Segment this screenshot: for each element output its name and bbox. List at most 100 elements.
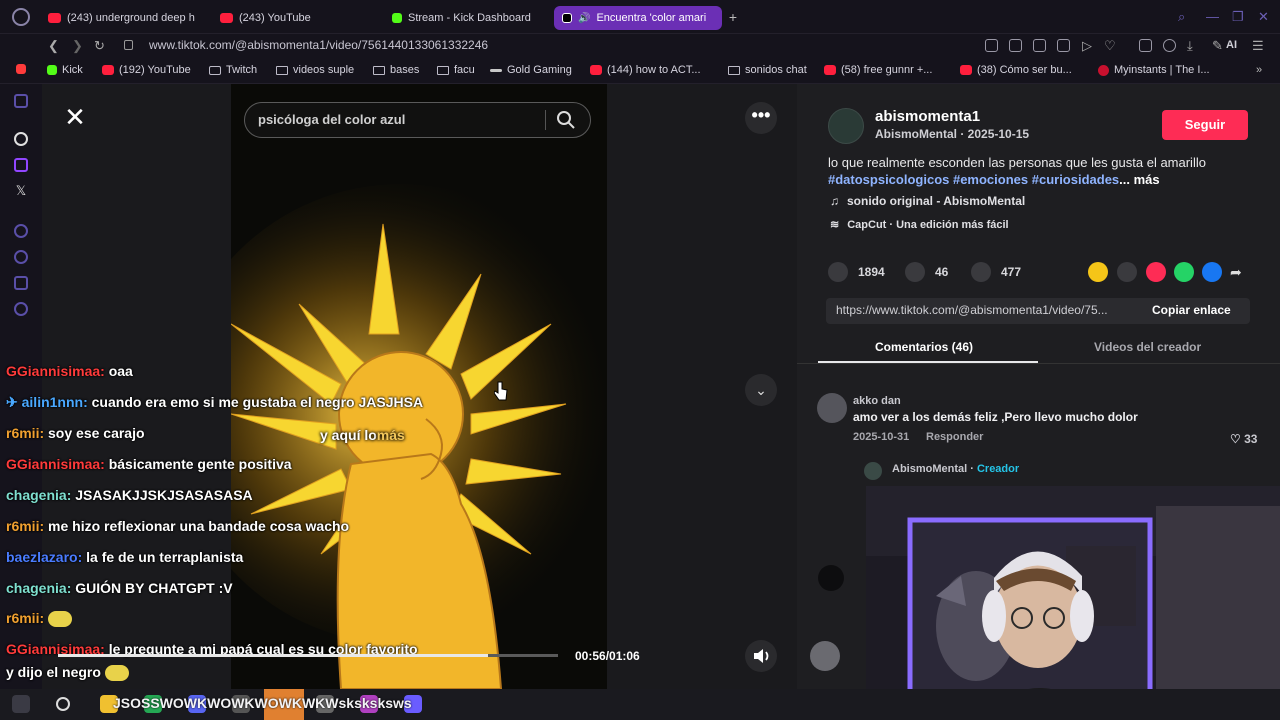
post-description: lo que realmente esconden las personas q… [828, 154, 1248, 188]
bookmark-how-to-act[interactable]: (144) how to ACT... [590, 64, 701, 76]
creator-reply-avatar[interactable] [864, 462, 882, 480]
tab-kick-dashboard[interactable]: Stream - Kick Dashboard [384, 6, 552, 30]
extensions-sidebar-icon[interactable] [14, 276, 28, 290]
x-icon[interactable]: 𝕏 [14, 184, 28, 198]
search-icon[interactable] [556, 110, 576, 130]
commenter-avatar[interactable] [818, 565, 844, 591]
next-video-button[interactable]: ⌄ [745, 374, 777, 406]
sidebar-toggle-icon[interactable] [16, 64, 31, 74]
sidebar-circle-icon[interactable] [14, 224, 28, 238]
reply-button[interactable]: Responder [926, 431, 983, 443]
tab-youtube[interactable]: (243) YouTube [212, 6, 382, 30]
comment-date: 2025-10-31 [853, 431, 910, 443]
profile-icon[interactable] [1163, 39, 1176, 52]
facebook-icon[interactable] [1202, 262, 1222, 282]
bookmark-bases[interactable]: bases [373, 64, 419, 76]
search-query[interactable]: psicóloga del color azul [258, 112, 405, 127]
bookmark-videos-suple[interactable]: videos suple [276, 64, 354, 76]
forward-button[interactable]: ❯ [72, 38, 83, 54]
bookmark-sonidos-chat[interactable]: sonidos chat [728, 64, 807, 76]
capcut-row[interactable]: ≋ CapCut · Una edición más fácil [830, 218, 1009, 232]
browser-logo-icon[interactable] [12, 8, 30, 26]
download-icon[interactable]: ⤓ [1187, 38, 1193, 54]
share-more-icon[interactable]: ➦ [1230, 262, 1250, 282]
bookmark-facu[interactable]: facu [437, 64, 475, 76]
bookmark-gold-gaming[interactable]: Gold Gaming [490, 64, 572, 76]
comment-like-count: 33 [1244, 432, 1258, 446]
follow-button[interactable]: Seguir [1162, 110, 1248, 140]
subtitle-main: y aquí lo [320, 427, 377, 443]
mail-icon[interactable] [14, 94, 28, 108]
close-window-button[interactable]: ✕ [1258, 9, 1269, 25]
see-more-link[interactable]: ... más [1119, 172, 1159, 187]
progress-fill[interactable] [58, 654, 488, 657]
folder-icon [728, 65, 740, 75]
bookmark-youtube[interactable]: (192) YouTube [102, 64, 191, 76]
address-bar: ❮ ❯ ↻ www.tiktok.com/@abismomenta1/video… [0, 34, 1280, 58]
like-button[interactable]: 1894 [828, 262, 885, 282]
comment-likes[interactable]: ♡ 33 [1230, 432, 1257, 446]
screenshot-icon[interactable] [1009, 39, 1022, 52]
minimize-button[interactable]: — [1206, 9, 1219, 24]
bookmark-icon[interactable] [985, 39, 998, 52]
tab-comments[interactable]: Comentarios (46) [875, 340, 973, 354]
commenter-avatar[interactable] [817, 393, 847, 423]
comment-button[interactable]: 46 [905, 262, 948, 282]
my-avatar[interactable] [810, 641, 840, 671]
translate-icon[interactable] [1057, 39, 1070, 52]
bookmark-label: Myinstants | The I... [1114, 64, 1210, 76]
whatsapp-icon[interactable] [1174, 262, 1194, 282]
webcam-overlay [866, 486, 1280, 720]
bookmark-myinstants[interactable]: Myinstants | The I... [1098, 64, 1210, 76]
history-icon[interactable] [14, 250, 28, 264]
lock-icon[interactable] [124, 40, 133, 50]
ai-icon[interactable]: ✎ [1212, 38, 1223, 54]
search-tabs-icon[interactable]: ⌕ [1178, 9, 1185, 25]
chat-text: la fe de un terraplanista [86, 549, 244, 565]
chatgpt-icon[interactable] [14, 132, 28, 146]
extensions-icon[interactable] [1139, 39, 1152, 52]
bookmark-free-gunnr[interactable]: (58) free gunnr +... [824, 64, 932, 76]
more-options-button[interactable]: ••• [745, 102, 777, 134]
video-player[interactable] [231, 84, 607, 689]
embed-icon[interactable] [1117, 262, 1137, 282]
shield-icon[interactable] [1033, 39, 1046, 52]
volume-button[interactable] [745, 640, 777, 672]
bookmark-twitch[interactable]: Twitch [209, 64, 257, 76]
repost-icon[interactable] [1088, 262, 1108, 282]
back-button[interactable]: ❮ [48, 38, 59, 54]
copy-link-button[interactable]: Copiar enlace [1152, 303, 1231, 317]
video-link[interactable]: https://www.tiktok.com/@abismomenta1/vid… [836, 303, 1108, 317]
bookmark-como-ser[interactable]: (38) Cómo ser bu... [960, 64, 1072, 76]
creator-badge: Creador [976, 463, 1020, 475]
tab-divider [797, 363, 1280, 364]
search-taskbar-icon[interactable] [56, 697, 70, 711]
close-video-button[interactable]: ✕ [60, 103, 90, 133]
reload-button[interactable]: ↻ [94, 38, 105, 54]
gold-icon [490, 68, 502, 72]
author-name[interactable]: abismomenta1 [875, 108, 980, 125]
send-icon[interactable] [1146, 262, 1166, 282]
music-row[interactable]: ♫ sonido original - AbismoMental [830, 194, 1025, 208]
tab-label: (243) underground deep h [67, 12, 195, 24]
twitch-icon[interactable] [14, 158, 28, 172]
menu-icon[interactable]: ☰ [1252, 38, 1264, 54]
windows-start-icon[interactable] [12, 695, 30, 713]
play-icon[interactable]: ▷ [1082, 38, 1092, 54]
heart-icon[interactable]: ♡ [1104, 38, 1116, 54]
settings-icon[interactable] [14, 302, 28, 316]
tab-underground[interactable]: (243) underground deep h [40, 6, 210, 30]
save-button[interactable]: 477 [971, 262, 1021, 282]
tab-tiktok[interactable]: 🔊 Encuentra 'color amari [554, 6, 722, 30]
maximize-button[interactable]: ❐ [1232, 9, 1244, 25]
reply-author[interactable]: AbismoMental [892, 463, 967, 475]
new-tab-button[interactable]: + [726, 10, 740, 24]
bookmark-kick[interactable]: Kick [47, 64, 83, 76]
tab-creator-videos[interactable]: Videos del creador [1094, 340, 1201, 354]
hashtags[interactable]: #datospsicologicos #emociones #curiosida… [828, 172, 1119, 187]
more-bookmarks-icon[interactable]: » [1256, 64, 1262, 76]
ai-label[interactable]: AI [1226, 39, 1237, 51]
author-avatar[interactable] [828, 108, 864, 144]
commenter-name[interactable]: akko dan [853, 395, 901, 407]
url-field[interactable]: www.tiktok.com/@abismomenta1/video/75614… [149, 38, 488, 52]
